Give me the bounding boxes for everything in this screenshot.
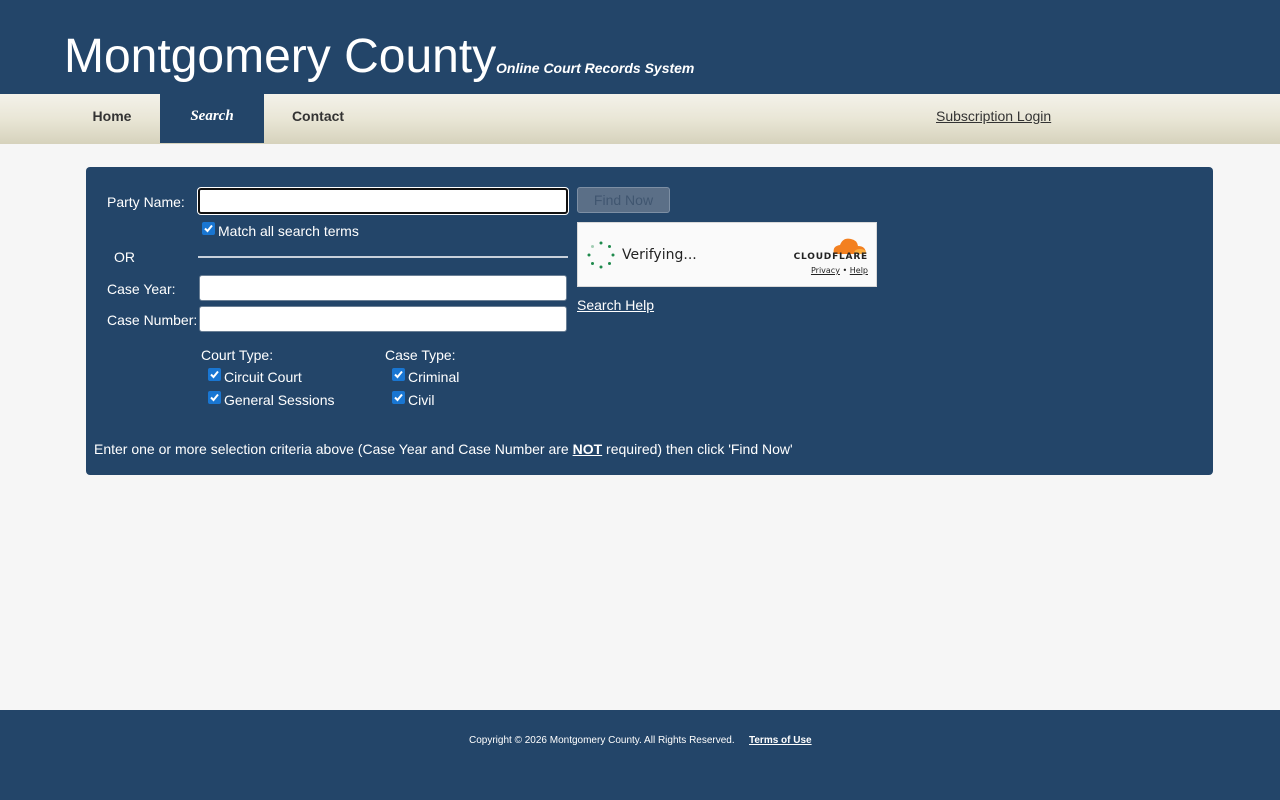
case-type-label: Case Type: xyxy=(385,347,456,363)
site-title: Montgomery County xyxy=(64,30,497,83)
cloudflare-privacy-link[interactable]: Privacy xyxy=(811,266,840,275)
instruction-emphasis: NOT xyxy=(572,441,603,457)
general-sessions-checkbox[interactable] xyxy=(208,391,221,404)
nav-search[interactable]: Search xyxy=(160,94,264,143)
captcha-status: Verifying... xyxy=(622,247,697,263)
or-label: OR xyxy=(114,249,135,265)
nav-contact[interactable]: Contact xyxy=(270,94,366,143)
case-number-input[interactable] xyxy=(199,306,567,332)
cloudflare-help-link[interactable]: Help xyxy=(850,266,868,275)
case-year-label: Case Year: xyxy=(107,281,176,297)
terms-of-use-link[interactable]: Terms of Use xyxy=(749,735,812,746)
site-footer: Copyright © 2026 Montgomery County. All … xyxy=(0,710,1280,800)
footer-copyright: Copyright © 2026 Montgomery County. All … xyxy=(469,735,735,746)
search-help-link[interactable]: Search Help xyxy=(577,297,654,313)
circuit-court-checkbox[interactable] xyxy=(208,368,221,381)
nav-bar: Home Search Contact xyxy=(0,94,1280,144)
case-number-label: Case Number: xyxy=(107,312,198,328)
match-all-checkbox[interactable] xyxy=(202,222,215,235)
cloudflare-links: Privacy • Help xyxy=(811,266,868,275)
criminal-label: Criminal xyxy=(408,369,460,385)
party-name-input[interactable] xyxy=(198,188,568,214)
instruction-text: Enter one or more selection criteria abo… xyxy=(94,441,793,457)
party-name-label: Party Name: xyxy=(107,194,185,210)
case-year-input[interactable] xyxy=(199,275,567,301)
site-header: Montgomery County Online Court Records S… xyxy=(0,0,1280,94)
cloudflare-separator: • xyxy=(842,266,848,275)
civil-checkbox[interactable] xyxy=(392,391,405,404)
or-divider xyxy=(198,256,568,258)
court-type-label: Court Type: xyxy=(201,347,274,363)
nav-home[interactable]: Home xyxy=(64,94,160,143)
civil-label: Civil xyxy=(408,392,435,408)
instruction-suffix: required) then click 'Find Now' xyxy=(602,441,793,457)
general-sessions-label: General Sessions xyxy=(224,392,335,408)
site-subtitle: Online Court Records System xyxy=(496,60,695,76)
spinner-icon xyxy=(587,241,615,269)
criminal-checkbox[interactable] xyxy=(392,368,405,381)
find-now-button[interactable]: Find Now xyxy=(577,187,670,213)
search-panel: Party Name: Match all search terms OR Ca… xyxy=(86,167,1213,475)
subscription-login-link[interactable]: Subscription Login xyxy=(936,108,1051,124)
match-all-label: Match all search terms xyxy=(218,223,359,239)
circuit-court-label: Circuit Court xyxy=(224,369,302,385)
cloudflare-widget[interactable]: Verifying... CLOUDFLARE Privacy • Help xyxy=(577,222,877,287)
instruction-prefix: Enter one or more selection criteria abo… xyxy=(94,441,573,457)
cloudflare-brand: CLOUDFLARE xyxy=(793,252,868,262)
